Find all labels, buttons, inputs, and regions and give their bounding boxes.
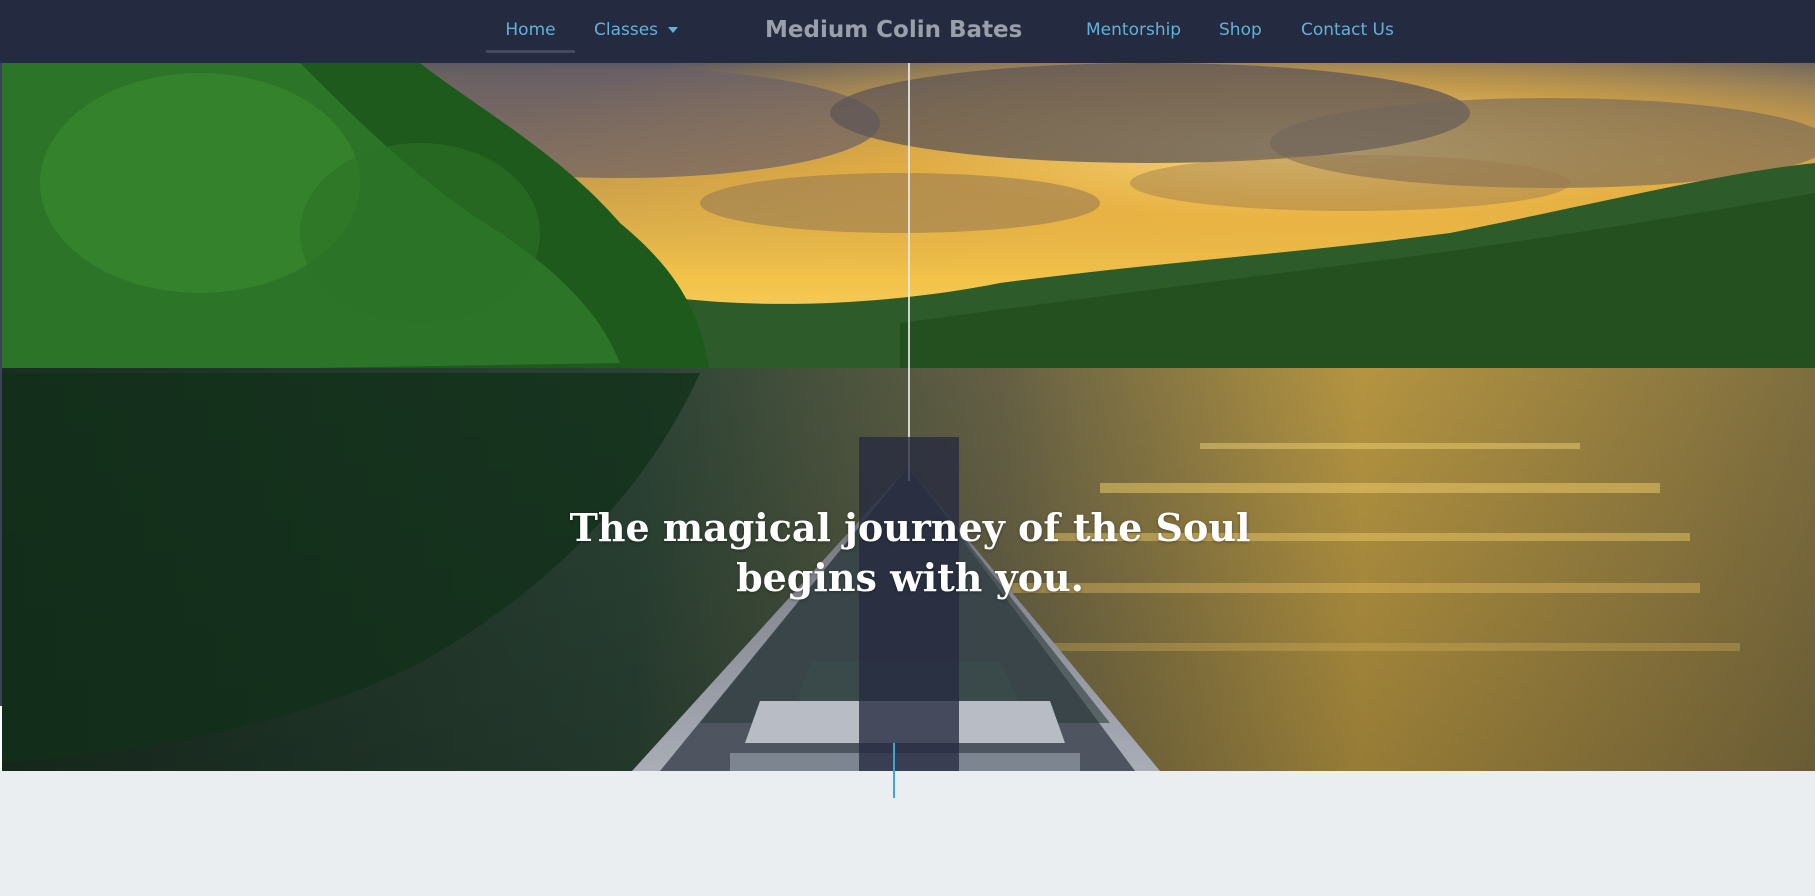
nav-item-contact-us[interactable]: Contact Us xyxy=(1301,0,1394,63)
hero-divider-line xyxy=(908,63,910,481)
nav-item-shop[interactable]: Shop xyxy=(1219,0,1262,63)
hero-overlay-column xyxy=(859,437,959,771)
hero-left-edge xyxy=(0,63,2,706)
top-navbar: Home Classes Medium Colin Bates Mentorsh… xyxy=(0,0,1815,63)
nav-item-mentorship[interactable]: Mentorship xyxy=(1086,0,1181,63)
hero-headline: The magical journey of the Soul begins w… xyxy=(560,503,1260,603)
nav-item-home-label: Home xyxy=(505,20,556,40)
hero-headline-line1: The magical journey of the Soul xyxy=(569,505,1251,550)
site-brand-title[interactable]: Medium Colin Bates xyxy=(765,0,1022,63)
nav-item-classes[interactable]: Classes xyxy=(594,0,679,63)
nav-item-classes-label: Classes xyxy=(594,20,659,40)
nav-active-underline xyxy=(486,50,575,53)
chevron-down-icon xyxy=(668,27,679,33)
nav-item-home[interactable]: Home xyxy=(486,0,575,63)
hero-headline-line2: begins with you. xyxy=(736,555,1084,600)
scroll-indicator-line xyxy=(893,743,895,798)
hero-section: The magical journey of the Soul begins w… xyxy=(0,63,1815,771)
hero-bottom-corner xyxy=(0,706,2,771)
